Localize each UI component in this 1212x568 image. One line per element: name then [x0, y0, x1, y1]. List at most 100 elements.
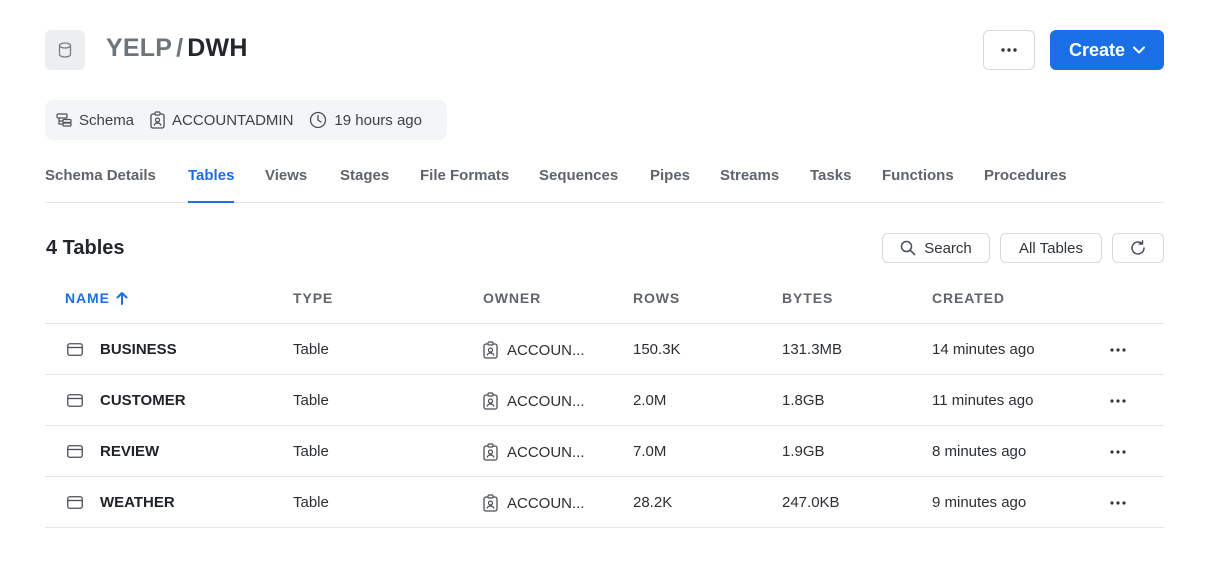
table-type: Table [293, 443, 329, 460]
table-owner-label: ACCOUN... [507, 443, 585, 461]
table-icon [67, 343, 83, 356]
table-name-cell[interactable]: REVIEW [67, 443, 159, 460]
table-owner: ACCOUN... [483, 341, 585, 359]
table-name-cell[interactable]: WEATHER [67, 494, 175, 511]
role-badge-icon [483, 392, 498, 410]
tab-tables[interactable]: Tables [188, 167, 235, 203]
breadcrumb-schema: DWH [187, 34, 248, 62]
table-name: REVIEW [100, 443, 160, 460]
table-header: NAME TYPE OWNER ROWS BYTES CREATED [45, 274, 1164, 324]
table-icon [67, 496, 83, 509]
create-button[interactable]: Create [1050, 30, 1164, 70]
column-header-bytes[interactable]: BYTES [782, 290, 833, 306]
role-badge-icon [483, 341, 498, 359]
table-type: Table [293, 341, 329, 358]
row-actions-button[interactable] [1108, 442, 1128, 462]
more-horizontal-icon [1110, 348, 1126, 352]
table-row[interactable]: REVIEW Table ACCOUN... 7.0M 1.9GB 8 minu… [45, 426, 1164, 477]
table-owner: ACCOUN... [483, 494, 585, 512]
tab-pipes[interactable]: Pipes [650, 167, 690, 184]
meta-type-label: Schema [79, 111, 135, 129]
row-actions-button[interactable] [1108, 391, 1128, 411]
tables-count: 4 Tables [46, 237, 125, 259]
chevron-down-icon [1133, 46, 1146, 54]
tab-tasks[interactable]: Tasks [810, 167, 851, 184]
breadcrumb-separator: / [176, 34, 184, 62]
table-type: Table [293, 392, 329, 409]
table-name: WEATHER [100, 494, 175, 511]
breadcrumb-database[interactable]: YELP [106, 34, 172, 62]
table-name: CUSTOMER [100, 392, 186, 409]
table-name-cell[interactable]: CUSTOMER [67, 392, 186, 409]
table-created: 11 minutes ago [932, 392, 1034, 409]
table-owner-label: ACCOUN... [507, 494, 585, 512]
table-owner: ACCOUN... [483, 392, 585, 410]
row-actions-button[interactable] [1108, 340, 1128, 360]
search-button-label: Search [924, 239, 972, 257]
table-row[interactable]: CUSTOMER Table ACCOUN... 2.0M 1.8GB 11 m… [45, 375, 1164, 426]
table-row[interactable]: BUSINESS Table ACCOUN... 150.3K 131.3MB … [45, 324, 1164, 375]
table-row-count: 150.3K [633, 341, 681, 358]
meta-owner-label: ACCOUNTADMIN [172, 111, 294, 129]
table-bytes: 1.8GB [782, 392, 825, 409]
role-badge-icon [150, 111, 165, 129]
table-owner-label: ACCOUN... [507, 392, 585, 410]
table-icon [67, 445, 83, 458]
table-bytes: 1.9GB [782, 443, 825, 460]
table-owner-label: ACCOUN... [507, 341, 585, 359]
schema-icon [56, 113, 72, 127]
more-horizontal-icon [1110, 501, 1126, 505]
tab-functions[interactable]: Functions [882, 167, 954, 184]
tab-file-formats[interactable]: File Formats [420, 167, 509, 184]
more-horizontal-icon [1110, 399, 1126, 403]
column-header-owner[interactable]: OWNER [483, 290, 541, 306]
tab-streams[interactable]: Streams [720, 167, 779, 184]
meta-updated: 19 hours ago [309, 111, 422, 129]
more-horizontal-icon [1110, 450, 1126, 454]
meta-type: Schema [56, 112, 134, 129]
role-badge-icon [483, 443, 498, 461]
tab-schema-details[interactable]: Schema Details [45, 167, 156, 184]
table-name-cell[interactable]: BUSINESS [67, 341, 177, 358]
more-horizontal-icon [1001, 48, 1017, 52]
table-row[interactable]: WEATHER Table ACCOUN... 28.2K 247.0KB 9 … [45, 477, 1164, 528]
database-icon [45, 30, 85, 70]
search-icon [900, 240, 916, 256]
create-button-label: Create [1068, 39, 1126, 60]
table-created: 8 minutes ago [932, 443, 1027, 460]
meta-updated-label: 19 hours ago [334, 111, 422, 129]
clock-icon [309, 111, 327, 129]
table-name: BUSINESS [100, 341, 177, 358]
table-row-count: 2.0M [633, 392, 667, 409]
row-actions-button[interactable] [1108, 493, 1128, 513]
column-header-name[interactable]: NAME [65, 290, 128, 306]
table-bytes: 131.3MB [782, 341, 843, 358]
arrow-up-icon [116, 292, 128, 305]
table-filter-label: All Tables [1019, 239, 1083, 257]
table-owner: ACCOUN... [483, 443, 585, 461]
table-row-count: 28.2K [633, 494, 673, 511]
more-actions-button[interactable] [983, 30, 1035, 70]
tab-bar: Schema Details Tables Views Stages File … [45, 152, 1164, 203]
table-type: Table [293, 494, 329, 511]
table-icon [67, 394, 83, 407]
table-row-count: 7.0M [633, 443, 667, 460]
table-created: 9 minutes ago [932, 494, 1027, 511]
tab-sequences[interactable]: Sequences [539, 167, 618, 184]
tab-procedures[interactable]: Procedures [984, 167, 1067, 184]
schema-meta: Schema ACCOUNTADMIN 19 hours ago [45, 100, 447, 140]
column-header-type[interactable]: TYPE [293, 290, 333, 306]
meta-owner: ACCOUNTADMIN [150, 111, 293, 129]
column-header-name-label: NAME [65, 290, 110, 306]
table-created: 14 minutes ago [932, 341, 1035, 358]
table-filter-dropdown[interactable]: All Tables [1000, 233, 1102, 263]
tab-views[interactable]: Views [265, 167, 307, 184]
refresh-icon [1131, 240, 1145, 255]
role-badge-icon [483, 494, 498, 512]
search-button[interactable]: Search [882, 233, 990, 263]
refresh-button[interactable] [1112, 233, 1164, 263]
column-header-created[interactable]: CREATED [932, 290, 1005, 306]
column-header-rows[interactable]: ROWS [633, 290, 680, 306]
table-bytes: 247.0KB [782, 494, 840, 511]
tab-stages[interactable]: Stages [340, 167, 389, 184]
